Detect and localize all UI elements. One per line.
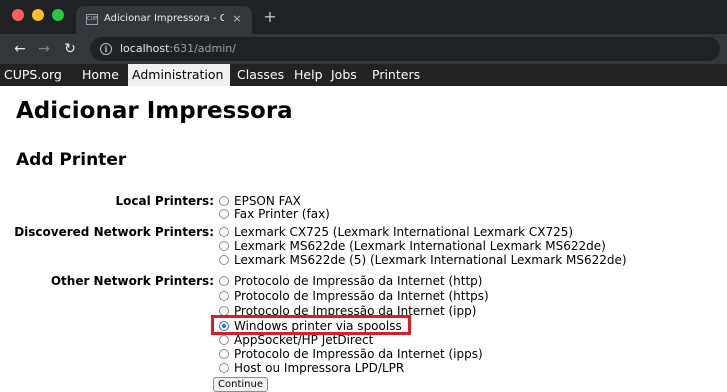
option-label: Protocolo de Impressão da Internet (http… (234, 274, 483, 288)
tab-title: Adicionar Impressora - CUPS 2 (104, 13, 224, 24)
option-label: Host ou Impressora LPD/LPR (234, 361, 405, 375)
section-title: Add Printer (16, 150, 127, 170)
reload-icon[interactable]: ↻ (62, 41, 78, 57)
url-path: :631/admin/ (169, 42, 236, 55)
nav-help[interactable]: Help (290, 64, 327, 86)
radio-button[interactable] (219, 196, 229, 206)
option-label: Lexmark MS622de (5) (Lexmark Internation… (234, 253, 627, 267)
cups-nav-bar: CUPS.org Home Administration Classes Hel… (0, 64, 727, 86)
option-label: Protocolo de Impressão da Internet (ipps… (234, 347, 483, 361)
highlight-annotation (211, 315, 411, 335)
option-label: Lexmark MS622de (Lexmark International L… (234, 239, 606, 253)
info-icon[interactable]: i (100, 43, 112, 55)
browser-tab-strip: CUPS Adicionar Impressora - CUPS 2 × + (0, 0, 727, 34)
nav-home[interactable]: Home (78, 64, 123, 86)
option-label: Lexmark CX725 (Lexmark International Lex… (234, 225, 574, 239)
nav-printers[interactable]: Printers (368, 64, 424, 86)
option-label: Protocolo de Impressão da Internet (http… (234, 289, 489, 303)
nav-jobs[interactable]: Jobs (327, 64, 361, 86)
nav-cups-org[interactable]: CUPS.org (0, 64, 66, 86)
browser-tab[interactable]: CUPS Adicionar Impressora - CUPS 2 × (76, 6, 252, 34)
other-printers-label: Other Network Printers: (50, 274, 214, 288)
radio-button[interactable] (219, 276, 229, 286)
radio-button[interactable] (219, 241, 229, 251)
url-host: localhost (120, 42, 170, 55)
radio-button[interactable] (219, 335, 229, 345)
radio-button[interactable] (219, 209, 229, 219)
window-maximize-button[interactable] (52, 9, 64, 21)
address-bar[interactable]: i localhost:631/admin/ (90, 37, 720, 61)
back-arrow-icon[interactable]: ← (12, 41, 28, 57)
nav-administration[interactable]: Administration (128, 64, 230, 86)
window-minimize-button[interactable] (32, 9, 44, 21)
forward-arrow-icon[interactable]: → (36, 41, 52, 57)
new-tab-icon[interactable]: + (262, 9, 278, 25)
radio-button[interactable] (219, 363, 229, 373)
browser-toolbar: ← → ↻ i localhost:631/admin/ (0, 34, 727, 64)
continue-button[interactable]: Continue (213, 377, 268, 392)
local-printers-label: Local Printers: (115, 194, 215, 208)
cups-favicon-icon: CUPS (86, 14, 98, 25)
option-label: EPSON FAX (234, 194, 301, 208)
radio-button[interactable] (219, 291, 229, 301)
option-label: AppSocket/HP JetDirect (234, 333, 374, 347)
radio-button[interactable] (219, 227, 229, 237)
window-close-button[interactable] (12, 9, 24, 21)
option-label: Fax Printer (fax) (234, 207, 330, 221)
radio-button[interactable] (219, 349, 229, 359)
radio-button[interactable] (219, 255, 229, 265)
url-text[interactable]: localhost:631/admin/ (120, 42, 236, 55)
page-title: Adicionar Impressora (16, 98, 293, 124)
tab-close-icon[interactable]: × (230, 12, 244, 26)
discovered-printers-label: Discovered Network Printers: (14, 225, 214, 239)
nav-classes[interactable]: Classes (233, 64, 288, 86)
